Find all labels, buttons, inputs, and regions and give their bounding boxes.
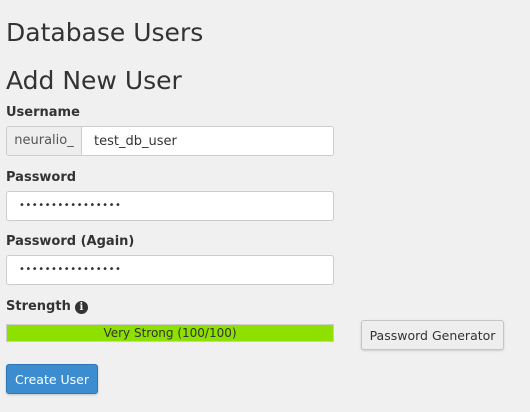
password-again-label: Password (Again) <box>6 234 135 249</box>
username-input[interactable] <box>82 127 333 155</box>
username-label: Username <box>6 105 80 120</box>
username-prefix: neuralio_ <box>7 127 82 155</box>
password-label: Password <box>6 170 77 185</box>
password-strength-text: Very Strong (100/100) <box>103 326 237 340</box>
username-input-group: neuralio_ <box>6 126 334 156</box>
info-circle-icon[interactable]: i <box>74 300 88 314</box>
form-title: Add New User <box>6 66 182 95</box>
section-title: Database Users <box>6 18 204 47</box>
password-again-input[interactable]: •••••••••••••••• <box>6 255 334 285</box>
password-generator-button[interactable]: Password Generator <box>361 320 504 350</box>
create-user-button[interactable]: Create User <box>6 364 98 394</box>
add-database-user-page: Database Users Add New User Username neu… <box>0 0 530 412</box>
password-masked-value: •••••••••••••••• <box>19 200 122 211</box>
password-input[interactable]: •••••••••••••••• <box>6 191 334 221</box>
strength-label: Strength <box>6 299 71 314</box>
strength-label-row: Strength i <box>6 298 88 316</box>
password-again-masked-value: •••••••••••••••• <box>19 264 122 275</box>
password-strength-meter: Very Strong (100/100) <box>6 324 334 342</box>
